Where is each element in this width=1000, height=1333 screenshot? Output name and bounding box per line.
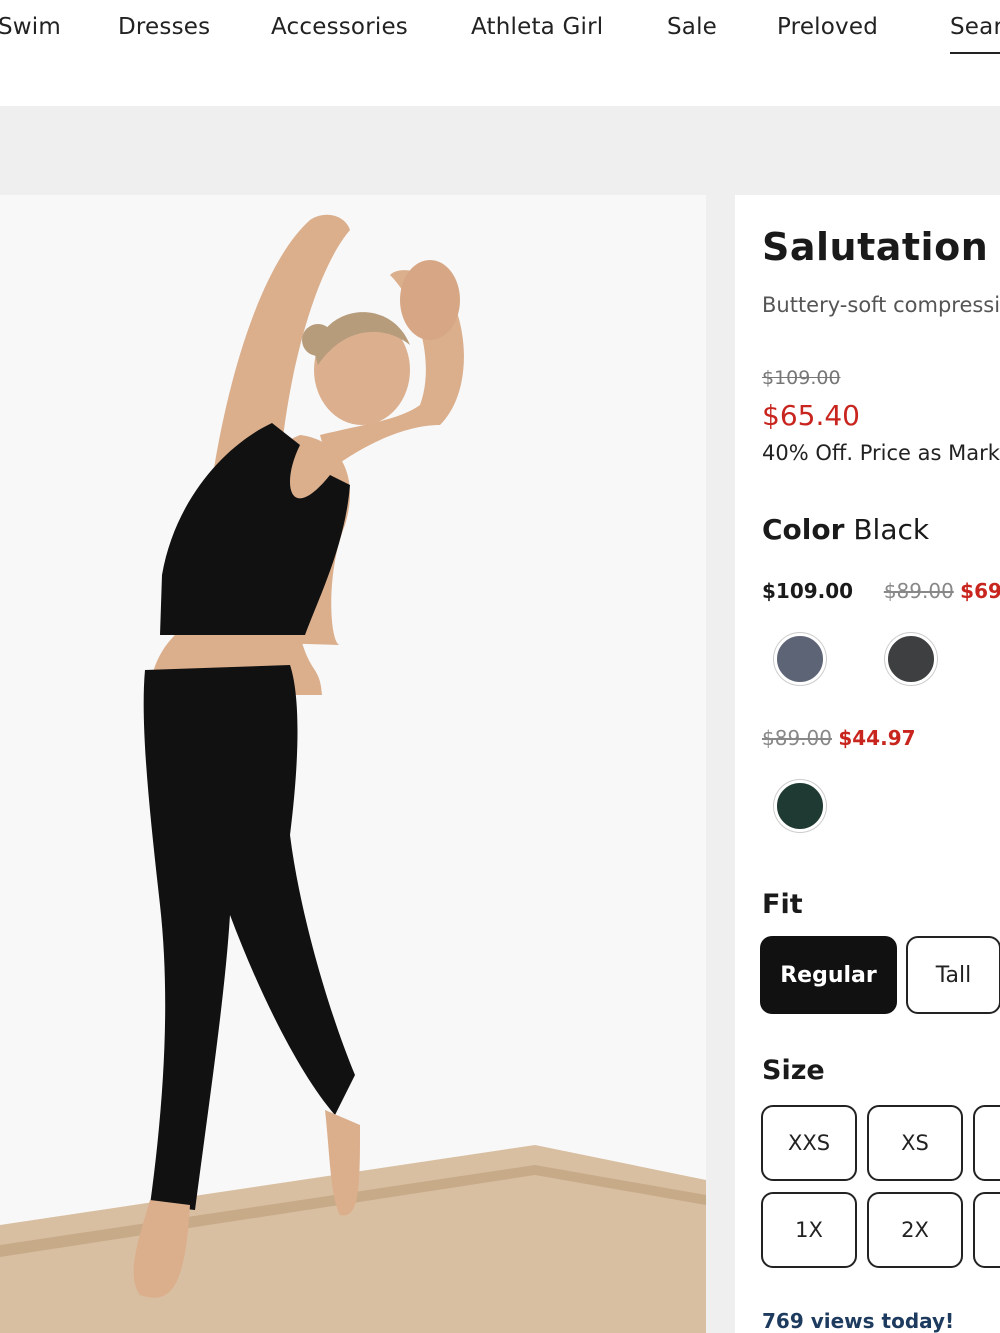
nav-preloved[interactable]: Preloved xyxy=(777,14,878,40)
product-image[interactable] xyxy=(0,195,706,1333)
views-today-text: 769 views today! xyxy=(762,1309,955,1333)
nav-athleta-girl[interactable]: Athleta Girl xyxy=(471,14,603,40)
color-label: Color xyxy=(762,513,845,546)
product-title: Salutation High Rise Jogger xyxy=(762,225,1000,269)
color-heading: Color Black xyxy=(762,513,929,546)
model-photo xyxy=(0,195,706,1333)
price-now-2: $44.97 xyxy=(838,726,916,750)
top-navigation: Swim Dresses Accessories Athleta Girl Sa… xyxy=(0,0,1000,106)
price-was-2: $89.00 xyxy=(762,726,832,750)
product-subtitle: Buttery-soft compression xyxy=(762,293,1000,317)
price-regular: $109.00 xyxy=(762,579,854,603)
price-now: $69. xyxy=(960,579,1000,603)
page-banner-area xyxy=(0,106,1000,195)
nav-search[interactable]: Search xyxy=(950,14,1000,40)
price-was: $89.00 xyxy=(883,579,954,603)
product-details-panel: Salutation High Rise Jogger Buttery-soft… xyxy=(735,195,1000,1333)
size-button-partial-2[interactable] xyxy=(973,1192,1000,1268)
size-xs-button[interactable]: XS xyxy=(867,1105,963,1181)
price-group-1: $109.00 $89.00 $69. xyxy=(762,579,1000,603)
fit-label: Fit xyxy=(762,889,803,920)
search-underline xyxy=(950,52,1000,54)
nav-dresses[interactable]: Dresses xyxy=(118,14,210,40)
size-label: Size xyxy=(762,1055,825,1086)
size-2x-button[interactable]: 2X xyxy=(867,1192,963,1268)
size-1x-button[interactable]: 1X xyxy=(761,1192,857,1268)
price-group-2: $89.00 $44.97 xyxy=(762,726,916,750)
promo-text: 40% Off. Price as Marked xyxy=(762,441,1000,465)
color-swatch-charcoal[interactable] xyxy=(885,633,937,685)
original-price: $109.00 xyxy=(762,367,841,389)
size-xxs-button[interactable]: XXS xyxy=(761,1105,857,1181)
nav-sale[interactable]: Sale xyxy=(667,14,717,40)
color-swatch-blue[interactable] xyxy=(774,633,826,685)
fit-regular-button[interactable]: Regular xyxy=(760,936,897,1014)
color-value: Black xyxy=(853,513,930,546)
fit-tall-button[interactable]: Tall xyxy=(906,936,1000,1014)
nav-swim[interactable]: Swim xyxy=(0,14,61,40)
nav-accessories[interactable]: Accessories xyxy=(271,14,408,40)
size-button-partial[interactable] xyxy=(973,1105,1000,1181)
sale-price: $65.40 xyxy=(762,399,860,432)
color-swatch-green[interactable] xyxy=(774,780,826,832)
